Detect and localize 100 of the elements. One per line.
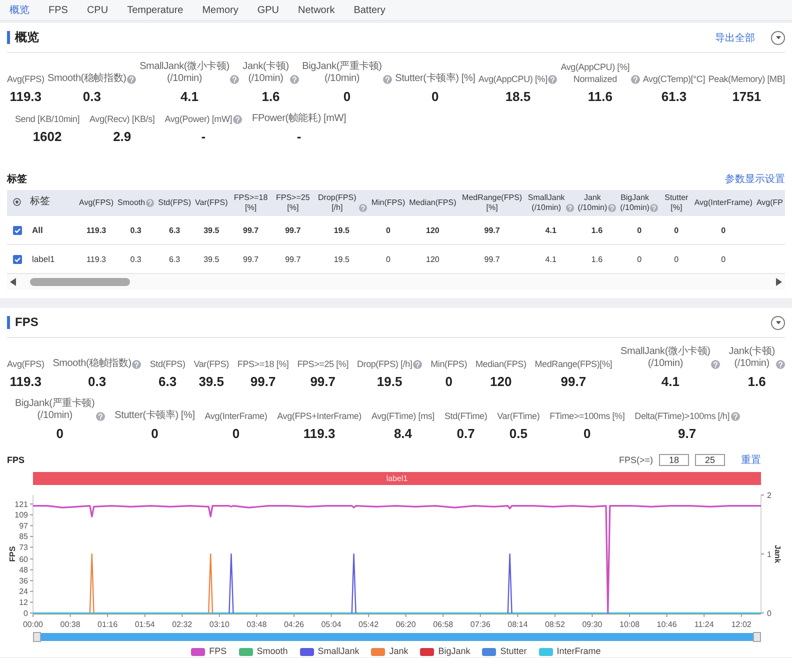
stat-value: 0.7 xyxy=(456,426,475,442)
help-icon[interactable] xyxy=(608,204,616,212)
stat-value: - xyxy=(296,129,302,145)
stat-label: Avg(InterFrame) xyxy=(204,410,268,422)
help-icon[interactable] xyxy=(132,360,142,368)
export-link[interactable]: 导出全部 xyxy=(715,30,755,44)
table-cell: 6.3 xyxy=(169,254,180,264)
tick-label: 04:26 xyxy=(284,620,304,629)
tick-label: 60 xyxy=(19,554,28,564)
help-icon[interactable] xyxy=(630,74,640,84)
table-cell: 4.1 xyxy=(545,226,556,234)
slider-handle[interactable] xyxy=(753,632,761,642)
stat-label: Var(FPS) xyxy=(194,358,229,370)
help-icon[interactable] xyxy=(548,74,558,84)
legend-item[interactable]: Smooth xyxy=(238,646,288,657)
stat-value: 8.4 xyxy=(394,426,412,442)
tab[interactable]: Memory xyxy=(192,0,248,20)
help-icon[interactable] xyxy=(290,74,299,84)
eye-icon[interactable] xyxy=(13,198,21,206)
stat-value: 0 xyxy=(151,426,158,442)
section-title: 概览 xyxy=(7,31,39,44)
legend-item[interactable]: SmallJank xyxy=(300,646,360,657)
tick-label: 06:58 xyxy=(433,620,454,629)
tick-label: 12 xyxy=(19,598,28,607)
legend-item[interactable]: BigJank xyxy=(420,646,470,657)
tab[interactable]: Temperature xyxy=(118,0,193,20)
help-icon[interactable] xyxy=(730,412,740,420)
help-icon[interactable] xyxy=(650,204,658,212)
stat-value: 119.3 xyxy=(10,374,42,390)
help-icon[interactable] xyxy=(776,360,785,368)
column-header: Drop(FPS) [/h] xyxy=(317,193,358,213)
stat-label: Smooth(稳帧指数) xyxy=(52,358,132,370)
column-header: Median(FPS) xyxy=(409,198,456,208)
help-icon[interactable] xyxy=(566,204,574,212)
table-cell: 19.5 xyxy=(334,226,350,234)
stat-label: Avg(FPS) xyxy=(7,358,44,370)
horizontal-scrollbar[interactable] xyxy=(7,274,785,290)
settings-link[interactable]: 参数显示设置 xyxy=(725,172,785,186)
row-label: label1 xyxy=(32,254,55,264)
help-icon[interactable] xyxy=(233,114,242,124)
tick-label: 08:14 xyxy=(508,620,528,629)
tick-label: 03:48 xyxy=(246,620,267,629)
caret-icon xyxy=(776,320,780,324)
stat-label: Delta(FTime)>100ms [/h] xyxy=(634,410,730,422)
stat-label: Avg(FPS) xyxy=(7,73,44,85)
scrollbar-thumb[interactable] xyxy=(30,278,130,286)
table-cell: 39.5 xyxy=(204,254,220,264)
legend-item[interactable]: FPS xyxy=(191,646,227,657)
stat-value: 0.5 xyxy=(509,426,528,442)
help-icon[interactable] xyxy=(96,412,105,420)
tick-label: 0 xyxy=(767,608,772,618)
help-icon[interactable] xyxy=(127,74,136,84)
table-cell: 119.3 xyxy=(86,254,106,264)
stat-value: 1.6 xyxy=(262,89,280,105)
reset-link[interactable]: 重置 xyxy=(741,453,761,467)
collapse-button[interactable] xyxy=(771,30,785,44)
checkbox[interactable] xyxy=(13,226,22,234)
help-icon[interactable] xyxy=(359,204,368,212)
tab[interactable]: Network xyxy=(288,0,344,20)
table-cell: 39.5 xyxy=(204,226,220,234)
column-header: Var(FPS) xyxy=(195,198,228,208)
help-icon[interactable] xyxy=(382,74,392,84)
help-icon[interactable] xyxy=(413,360,422,368)
column-header: Smooth xyxy=(118,198,146,208)
tick-label: 01:54 xyxy=(134,620,155,629)
tab[interactable]: FPS xyxy=(39,0,78,20)
help-icon[interactable] xyxy=(146,199,154,207)
tab[interactable]: GPU xyxy=(248,0,289,20)
stat-value: 4.1 xyxy=(661,374,680,390)
column-header: Avg(InterFrame) xyxy=(694,198,752,208)
stat-value: - xyxy=(201,129,206,145)
table-cell: 99.7 xyxy=(484,226,500,234)
legend-item[interactable]: Stutter xyxy=(482,646,527,657)
help-icon[interactable] xyxy=(711,360,720,368)
help-icon[interactable] xyxy=(230,74,240,84)
stat-label: Var(FTime) xyxy=(497,410,540,422)
column-header: Min(FPS) xyxy=(371,198,406,208)
slider-handle[interactable] xyxy=(33,632,41,642)
checkbox[interactable] xyxy=(13,254,22,264)
legend-item[interactable]: Jank xyxy=(371,646,408,657)
stat-value: 1.6 xyxy=(748,374,766,390)
stat-value: 39.5 xyxy=(198,374,224,390)
right-arrow-icon[interactable] xyxy=(776,278,782,286)
table-cell: 120 xyxy=(426,226,440,234)
tab[interactable]: CPU xyxy=(77,0,118,20)
table-cell: 99.7 xyxy=(243,254,259,264)
zoom-slider[interactable] xyxy=(33,633,761,641)
stat-label: FPS>=18 [%] xyxy=(237,358,289,370)
threshold-input[interactable]: 25 xyxy=(695,454,725,466)
threshold-input[interactable]: 18 xyxy=(659,454,689,466)
collapse-button[interactable] xyxy=(771,316,785,330)
tick-label: 10:46 xyxy=(656,620,677,629)
left-arrow-icon[interactable] xyxy=(10,278,16,286)
legend-item[interactable]: InterFrame xyxy=(538,646,601,657)
tab[interactable]: 概览 xyxy=(0,0,39,20)
stat-label: BigJank(严重卡顿) (/10min) xyxy=(302,61,382,85)
tick-label: 06:20 xyxy=(396,620,416,629)
tab[interactable]: Battery xyxy=(344,0,395,20)
stat-label: MedRange(FPS)[%] xyxy=(534,358,612,370)
stat-value: 0 xyxy=(432,89,439,105)
